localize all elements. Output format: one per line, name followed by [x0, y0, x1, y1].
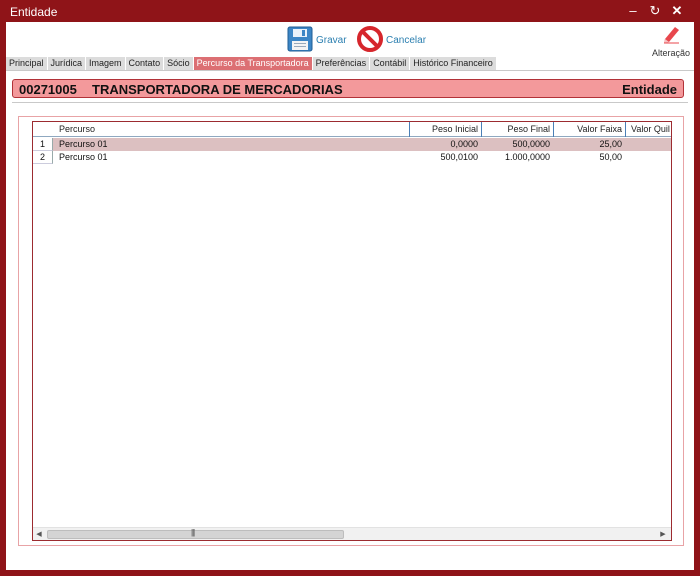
floppy-disk-icon	[287, 26, 313, 55]
pencil-icon	[661, 27, 681, 47]
scroll-grip-icon: |||	[191, 528, 195, 537]
save-label: Gravar	[316, 34, 347, 46]
edit-mode-indicator: Alteração	[648, 24, 694, 58]
scroll-thumb[interactable]: |||	[47, 528, 344, 539]
scroll-right-arrow-icon[interactable]: ▶	[657, 528, 669, 540]
scroll-left-arrow-icon[interactable]: ◀	[33, 528, 45, 540]
row-number: 2	[33, 151, 53, 164]
tab-socio[interactable]: Sócio	[164, 57, 193, 70]
cell-percurso[interactable]: Percurso 01	[59, 151, 399, 164]
tab-contato[interactable]: Contato	[125, 57, 164, 70]
cell-valor-faixa[interactable]: 25,00	[553, 138, 622, 151]
entity-name: TRANSPORTADORA DE MERCADORIAS	[92, 82, 343, 97]
row-number: 1	[33, 138, 53, 151]
column-header-valor-faixa[interactable]: Valor Faixa	[553, 122, 625, 137]
cell-valor-quil[interactable]	[625, 151, 670, 164]
tab-contabil[interactable]: Contábil	[370, 57, 410, 70]
toolbar: Gravar Cancelar Alteração	[6, 22, 694, 58]
cancel-label: Cancelar	[386, 34, 427, 46]
tab-preferencias[interactable]: Preferências	[312, 57, 370, 70]
tab-historico-financeiro[interactable]: Histórico Financeiro	[410, 57, 496, 70]
entidade-window: Entidade – ↻ ✕ Gravar Cancelar Alteração…	[0, 0, 700, 576]
entity-code: 00271005	[19, 82, 77, 97]
cell-peso-inicial[interactable]: 0,0000	[409, 138, 478, 151]
minimize-icon[interactable]: –	[622, 2, 644, 20]
mode-label: Alteração	[651, 48, 691, 58]
tab-percurso-transportadora[interactable]: Percurso da Transportadora	[193, 57, 312, 70]
column-header-peso-inicial[interactable]: Peso Inicial	[409, 122, 481, 137]
tab-principal[interactable]: Principal	[6, 57, 47, 70]
cell-valor-faixa[interactable]: 50,00	[553, 151, 622, 164]
grid-header: Percurso Peso Inicial Peso Final Valor F…	[33, 122, 671, 137]
entity-header: 00271005 TRANSPORTADORA DE MERCADORIAS E…	[12, 79, 684, 98]
tab-imagem[interactable]: Imagem	[86, 57, 125, 70]
column-header-peso-final[interactable]: Peso Final	[481, 122, 553, 137]
tab-juridica[interactable]: Jurídica	[47, 57, 86, 70]
restore-icon[interactable]: ↻	[644, 2, 666, 20]
cell-peso-final[interactable]: 500,0000	[481, 138, 550, 151]
entity-kind: Entidade	[622, 82, 677, 97]
title-bar[interactable]: Entidade – ↻ ✕	[0, 0, 700, 22]
column-header-percurso[interactable]: Percurso	[59, 122, 409, 137]
cancel-button[interactable]: Cancelar	[357, 25, 427, 55]
cell-percurso[interactable]: Percurso 01	[59, 138, 399, 151]
save-button[interactable]: Gravar	[287, 26, 347, 54]
table-row[interactable]: 2 Percurso 01 500,0100 1.000,0000 50,00	[33, 151, 671, 164]
horizontal-scrollbar[interactable]: ◀ ||| ▶	[33, 527, 671, 540]
window-title: Entidade	[10, 5, 58, 19]
percurso-grid[interactable]: Percurso Peso Inicial Peso Final Valor F…	[32, 121, 672, 541]
tab-strip: Principal Jurídica Imagem Contato Sócio …	[6, 57, 497, 70]
cancel-icon	[357, 25, 383, 55]
close-icon[interactable]: ✕	[666, 2, 688, 20]
cell-peso-inicial[interactable]: 500,0100	[409, 151, 478, 164]
tab-content: 00271005 TRANSPORTADORA DE MERCADORIAS E…	[6, 70, 694, 570]
cell-peso-final[interactable]: 1.000,0000	[481, 151, 550, 164]
cell-valor-quil[interactable]	[625, 138, 670, 151]
divider	[12, 102, 688, 103]
table-row[interactable]: 1 Percurso 01 0,0000 500,0000 25,00	[33, 138, 671, 151]
column-header-valor-quil[interactable]: Valor Quil	[625, 122, 671, 137]
grid-panel: Percurso Peso Inicial Peso Final Valor F…	[18, 116, 684, 546]
